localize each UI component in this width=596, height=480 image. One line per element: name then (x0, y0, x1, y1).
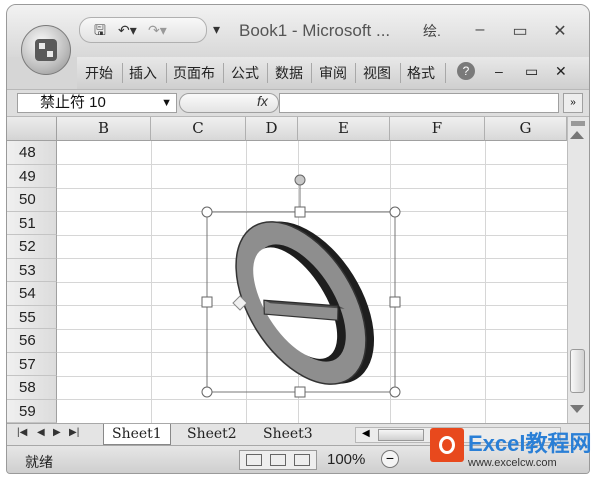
prev-sheet-icon[interactable]: ◀ (37, 427, 45, 438)
row-header[interactable]: 58 (7, 376, 57, 400)
column-header[interactable]: B (57, 117, 151, 141)
minimize-button[interactable]: – (465, 21, 495, 39)
customize-arrow-icon[interactable]: ▾ (213, 21, 220, 37)
office-logo-icon (35, 39, 57, 61)
expand-formula-bar-icon[interactable]: » (563, 93, 583, 113)
formula-bar: 禁止符 10 ▼ fx » (7, 89, 589, 117)
column-header[interactable]: C (151, 117, 246, 141)
name-box-value: 禁止符 10 (40, 94, 106, 111)
column-header[interactable]: F (390, 117, 485, 141)
row-header[interactable]: 52 (7, 235, 57, 259)
watermark-url: www.excelcw.com (468, 457, 557, 469)
scroll-thumb[interactable] (378, 429, 424, 441)
office-button[interactable] (21, 25, 71, 75)
watermark-brand: Excel教程网 (468, 431, 592, 456)
scroll-up-icon[interactable] (570, 131, 584, 139)
row-header[interactable]: 51 (7, 211, 57, 235)
first-sheet-icon[interactable]: |◀ (17, 427, 27, 438)
row-header[interactable]: 56 (7, 329, 57, 353)
watermark-logo: Excel教程网 www.excelcw.com (430, 426, 594, 476)
tab-formulas[interactable]: 公式 (231, 63, 259, 83)
tab-view[interactable]: 视图 (363, 63, 391, 83)
close-button[interactable]: ✕ (545, 21, 575, 41)
tab-data[interactable]: 数据 (275, 63, 303, 83)
sheet-tab-sheet1[interactable]: Sheet1 (103, 424, 171, 445)
scroll-down-icon[interactable] (570, 405, 584, 413)
row-header[interactable]: 59 (7, 399, 57, 423)
row-header[interactable]: 55 (7, 305, 57, 329)
excel-logo-icon (430, 428, 464, 462)
sheet-tab-sheet3[interactable]: Sheet3 (255, 424, 321, 444)
split-box[interactable] (571, 121, 585, 126)
tab-insert[interactable]: 插入 (129, 63, 157, 83)
page-break-view-icon[interactable] (294, 454, 310, 466)
last-sheet-icon[interactable]: ▶| (69, 427, 79, 438)
ribbon-close-button[interactable]: ✕ (555, 63, 567, 80)
insert-function-button[interactable]: fx (257, 93, 268, 109)
title-bar: 🖫 ↶▾ ↷▾ ▾ Book1 - Microsoft ... 绘. – ▭ ✕ (7, 5, 589, 57)
resize-handle[interactable] (294, 206, 306, 218)
undo-icon[interactable]: ↶▾ (118, 22, 137, 38)
resize-handle[interactable] (201, 296, 213, 308)
next-sheet-icon[interactable]: ▶ (53, 427, 61, 438)
drawing-tools-tab[interactable]: 绘. (417, 21, 447, 41)
excel-window: 🖫 ↶▾ ↷▾ ▾ Book1 - Microsoft ... 绘. – ▭ ✕… (6, 4, 590, 474)
resize-handle[interactable] (389, 296, 401, 308)
rotation-handle[interactable] (294, 174, 306, 186)
resize-handle[interactable] (389, 206, 401, 218)
name-box[interactable]: 禁止符 10 ▼ (17, 93, 177, 113)
window-title: Book1 - Microsoft ... (239, 21, 391, 40)
tab-format[interactable]: 格式 (407, 63, 435, 83)
row-header[interactable]: 49 (7, 164, 57, 188)
help-icon[interactable]: ? (457, 62, 475, 80)
ribbon-minimize-button[interactable]: – (495, 63, 503, 79)
row-header[interactable]: 53 (7, 258, 57, 282)
scroll-left-icon[interactable]: ◀ (362, 428, 370, 439)
page-layout-view-icon[interactable] (270, 454, 286, 466)
resize-handle[interactable] (294, 386, 306, 398)
zoom-out-button[interactable]: − (381, 450, 399, 468)
row-header[interactable]: 50 (7, 188, 57, 212)
select-all-corner[interactable] (7, 117, 57, 141)
view-buttons (239, 450, 317, 470)
quick-access-toolbar: 🖫 ↶▾ ↷▾ (79, 17, 207, 43)
tab-review[interactable]: 审阅 (319, 63, 347, 83)
zoom-level[interactable]: 100% (327, 451, 365, 468)
column-header[interactable]: D (246, 117, 298, 141)
tab-page-layout[interactable]: 页面布 (173, 63, 215, 83)
row-header[interactable]: 57 (7, 352, 57, 376)
redo-icon[interactable]: ↷▾ (148, 22, 167, 38)
save-icon[interactable]: 🖫 (94, 22, 106, 38)
ribbon-tabs: 开始 插入 页面布 公式 数据 审阅 视图 格式 ? – ▭ ✕ (77, 57, 589, 89)
no-symbol-shape[interactable] (187, 169, 417, 409)
normal-view-icon[interactable] (246, 454, 262, 466)
resize-handle[interactable] (389, 386, 401, 398)
row-header[interactable]: 54 (7, 282, 57, 306)
chevron-down-icon[interactable]: ▼ (161, 94, 172, 112)
column-header[interactable]: G (485, 117, 567, 141)
tab-home[interactable]: 开始 (85, 63, 113, 83)
sheet-tab-sheet2[interactable]: Sheet2 (179, 424, 245, 444)
resize-handle[interactable] (201, 206, 213, 218)
maximize-button[interactable]: ▭ (505, 21, 535, 41)
status-ready: 就绪 (25, 454, 53, 470)
worksheet-grid[interactable]: B C D E F G 48 49 50 51 52 53 54 55 56 5… (7, 117, 567, 423)
column-header[interactable]: E (298, 117, 390, 141)
formula-input[interactable] (279, 93, 559, 113)
row-header[interactable]: 48 (7, 141, 57, 165)
scroll-thumb[interactable] (570, 349, 585, 393)
ribbon-restore-button[interactable]: ▭ (525, 63, 538, 80)
vertical-scrollbar[interactable] (567, 117, 589, 423)
resize-handle[interactable] (201, 386, 213, 398)
